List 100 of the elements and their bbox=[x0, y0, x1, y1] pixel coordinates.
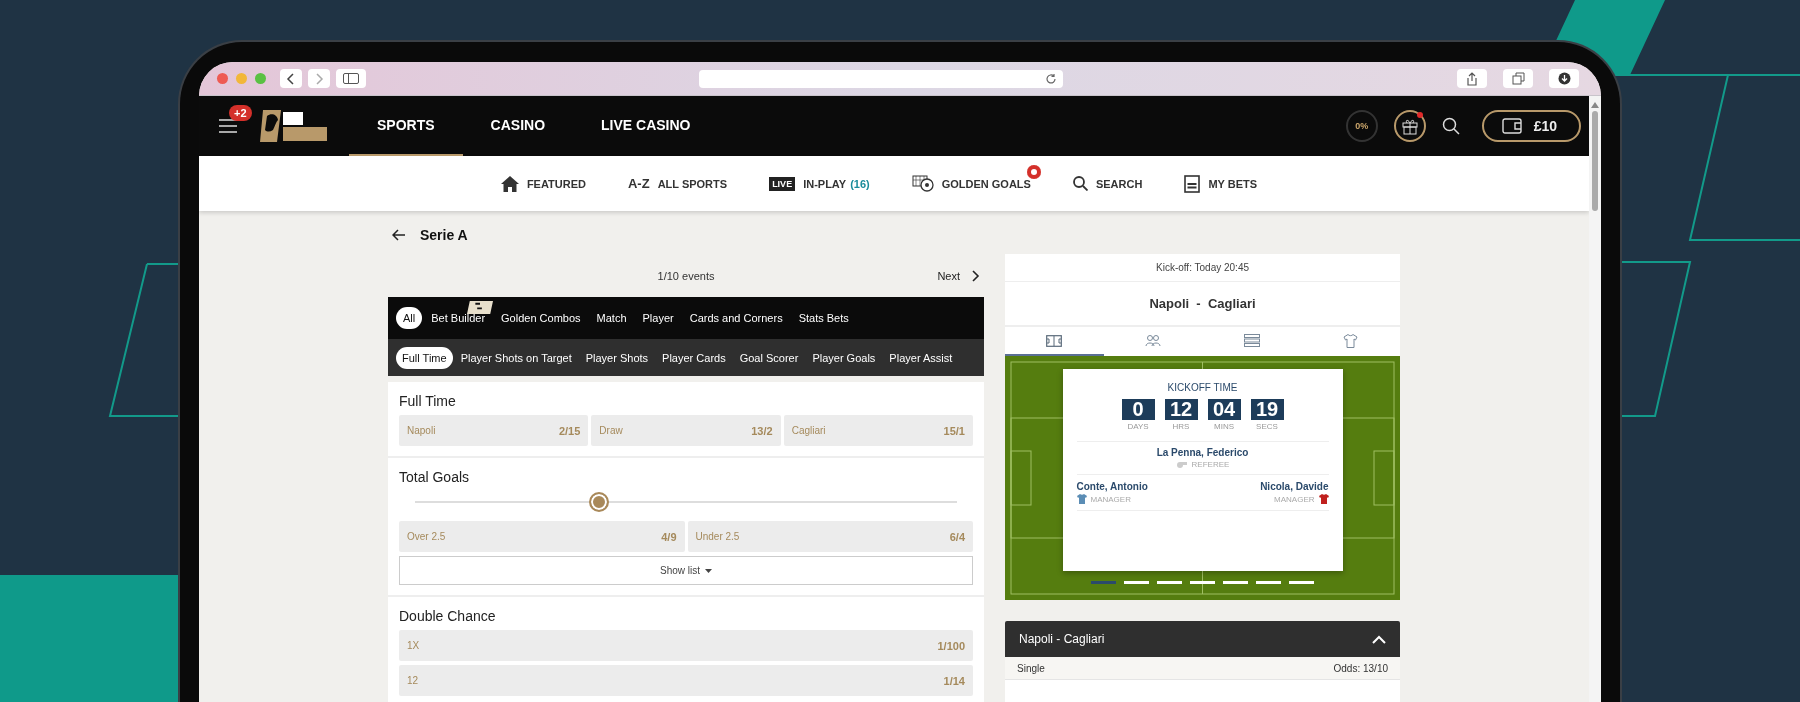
nav-link[interactable]: A-Z ALL SPORTS bbox=[627, 176, 728, 191]
market-title: Double Chance bbox=[399, 608, 497, 624]
nav-link[interactable]: GOLDEN GOALS bbox=[911, 175, 1031, 192]
az-icon: A-Z bbox=[627, 176, 650, 191]
wallet-icon bbox=[1501, 118, 1522, 134]
selection-name: Draw bbox=[599, 425, 623, 436]
market-title: Full Time bbox=[399, 393, 457, 409]
reload-icon[interactable] bbox=[1045, 72, 1057, 85]
nav-link[interactable]: FEATURED bbox=[500, 175, 586, 192]
search-icon[interactable] bbox=[1441, 117, 1460, 135]
submarket-tab[interactable]: Full Time bbox=[396, 346, 453, 369]
submarket-tab[interactable]: Player Assist bbox=[883, 346, 959, 369]
page-title: Serie A bbox=[420, 227, 468, 243]
selection-name: 12 bbox=[407, 675, 419, 686]
selection-name: Cagliari bbox=[791, 425, 826, 436]
share-icon bbox=[1466, 71, 1478, 86]
market-tab[interactable]: Bet Builder bbox=[424, 307, 493, 329]
market-tab[interactable]: All bbox=[396, 307, 423, 329]
market-tab[interactable]: Stats Bets bbox=[791, 307, 856, 329]
search-icon bbox=[1072, 176, 1088, 191]
sidebar-icon bbox=[343, 73, 359, 84]
countdown-value: 0 bbox=[1121, 399, 1155, 420]
nav-tab[interactable]: LIVE CASINO bbox=[573, 96, 719, 156]
next-button[interactable]: Next bbox=[937, 270, 984, 282]
receipt-icon bbox=[1184, 174, 1201, 193]
live-icon: LIVE bbox=[769, 176, 796, 191]
odds-value: 1/14 bbox=[943, 674, 965, 687]
role-label: REFEREE bbox=[1191, 460, 1230, 469]
scroll-thumb[interactable] bbox=[1592, 111, 1598, 211]
scroll-up-icon[interactable] bbox=[1591, 102, 1599, 108]
pitch-icon bbox=[1046, 334, 1063, 347]
home-icon bbox=[500, 175, 519, 192]
chevron-right-icon bbox=[972, 270, 980, 282]
forward-button[interactable] bbox=[308, 69, 330, 88]
selection-name: Napoli bbox=[407, 425, 436, 436]
tabs-button[interactable] bbox=[1503, 69, 1533, 88]
nav-label: IN-PLAY bbox=[803, 177, 847, 190]
betslip-title: Napoli - Cagliari bbox=[1019, 632, 1105, 646]
role-label: MANAGER bbox=[1090, 494, 1131, 504]
share-button[interactable] bbox=[1457, 69, 1487, 88]
market-tab[interactable]: Player bbox=[635, 307, 681, 329]
countdown-title: KICKOFF TIME bbox=[1167, 382, 1238, 393]
nav-tab[interactable]: CASINO bbox=[462, 96, 574, 156]
odds-value: 4/9 bbox=[661, 530, 677, 543]
manager-name: Nicola, Davide bbox=[1260, 481, 1329, 492]
sidebar-button[interactable] bbox=[336, 69, 366, 88]
nav-label: GOLDEN GOALS bbox=[941, 177, 1031, 190]
chevron-right-icon bbox=[314, 72, 324, 85]
nav-link[interactable]: MY BETS bbox=[1184, 174, 1258, 193]
countdown-label: HRS bbox=[1172, 422, 1190, 431]
nav-label: MY BETS bbox=[1208, 177, 1258, 190]
countdown-value: 04 bbox=[1207, 399, 1241, 420]
manager-name: Conte, Antonio bbox=[1076, 481, 1148, 492]
odds-value: 1/100 bbox=[937, 639, 965, 652]
selection-name: Over 2.5 bbox=[407, 531, 446, 542]
menu-icon[interactable] bbox=[219, 119, 237, 133]
submarket-tab[interactable]: Player Shots on Target bbox=[454, 346, 578, 369]
kickoff-time: Kick-off: Today 20:45 bbox=[1005, 254, 1400, 282]
betslip-header[interactable]: Napoli - Cagliari bbox=[1005, 621, 1400, 657]
market-tab[interactable]: Match bbox=[589, 307, 634, 329]
role-label: MANAGER bbox=[1274, 494, 1315, 504]
whistle-icon bbox=[1175, 460, 1188, 469]
nav-link[interactable]: LIVE IN-PLAY (16) bbox=[769, 176, 870, 191]
nav-label: FEATURED bbox=[526, 177, 586, 190]
gift-button[interactable] bbox=[1393, 110, 1426, 142]
market-title: Total Goals bbox=[399, 469, 471, 485]
submarket-tab[interactable]: Goal Scorer bbox=[733, 346, 805, 369]
slider-thumb[interactable] bbox=[589, 492, 610, 512]
people-icon bbox=[1145, 334, 1162, 347]
odds-value: 13/2 bbox=[751, 424, 773, 437]
bet-odds: Odds: 13/10 bbox=[1333, 662, 1388, 674]
submarket-tab[interactable]: Player Goals bbox=[806, 346, 882, 369]
submarket-tab[interactable]: Player Shots bbox=[579, 346, 655, 369]
show-list-button[interactable]: Show list bbox=[399, 556, 973, 585]
scrollbar[interactable] bbox=[1589, 96, 1601, 702]
countdown-value: 19 bbox=[1250, 399, 1284, 420]
balance-button[interactable]: £10 bbox=[1481, 110, 1581, 142]
submarket-tab[interactable]: Player Cards bbox=[656, 346, 732, 369]
market-tab[interactable]: Golden Combos bbox=[494, 307, 588, 329]
download-button[interactable] bbox=[1549, 69, 1579, 88]
chevron-up-icon[interactable] bbox=[1372, 634, 1386, 644]
referee-name: La Penna, Federico bbox=[1156, 447, 1249, 458]
list-icon bbox=[1243, 334, 1260, 347]
nav-label: ALL SPORTS bbox=[657, 177, 728, 190]
market-tab[interactable]: Cards and Corners bbox=[682, 307, 790, 329]
caret-icon bbox=[705, 568, 712, 573]
minimize-icon[interactable] bbox=[236, 73, 247, 84]
selection-name: 1X bbox=[407, 640, 420, 651]
nav-link[interactable]: SEARCH bbox=[1072, 176, 1143, 191]
goal-ball-icon bbox=[911, 175, 934, 192]
progress-ring[interactable]: 0% bbox=[1345, 110, 1378, 142]
event-counter: 1/10 events bbox=[657, 270, 715, 282]
countdown-label: DAYS bbox=[1127, 422, 1149, 431]
maximize-icon[interactable] bbox=[255, 73, 266, 84]
back-arrow-icon[interactable] bbox=[392, 229, 406, 241]
nav-label: SEARCH bbox=[1095, 177, 1143, 190]
close-icon[interactable] bbox=[217, 73, 228, 84]
back-button[interactable] bbox=[280, 69, 302, 88]
countdown-value: 12 bbox=[1164, 399, 1198, 420]
chevron-left-icon bbox=[286, 72, 296, 85]
